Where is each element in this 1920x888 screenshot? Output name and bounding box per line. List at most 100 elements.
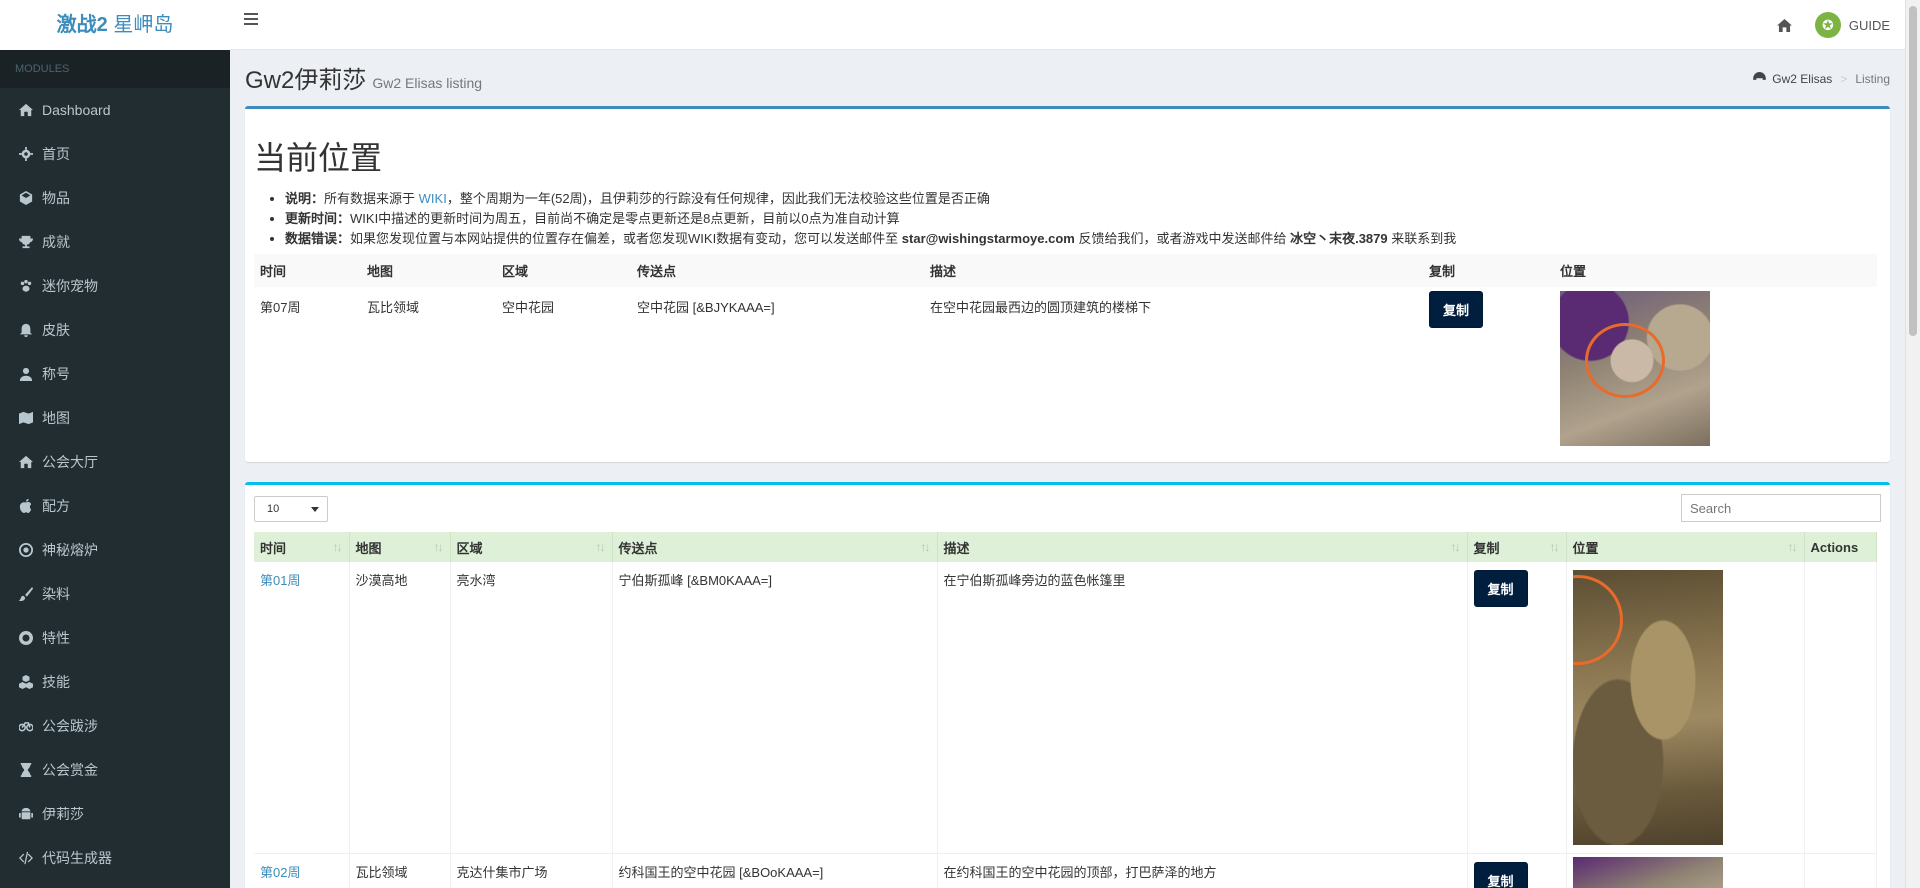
sidebar-item-guildtrek[interactable]: 公会跋涉 [0, 704, 230, 748]
search-input[interactable] [1681, 494, 1881, 522]
sidebar: MODULES Dashboard 首页 物品 成就 迷你宠物 皮肤 称号 地图… [0, 50, 230, 888]
page-size-select[interactable]: 10 [254, 496, 328, 522]
sidebar-item-label: 代码生成器 [42, 850, 112, 866]
location-map-image [1560, 291, 1710, 446]
cell-waypoint: 宁伯斯孤峰 [&BM0KAAA=] [612, 562, 938, 854]
current-location-box: 当前位置 说明：所有数据来源于 WIKI，整个周期为一年(52周)，且伊莉莎的行… [245, 106, 1890, 462]
sidebar-item-label: 技能 [42, 674, 70, 690]
hourglass-icon [18, 763, 34, 777]
sidebar-item-achievements[interactable]: 成就 [0, 220, 230, 264]
sortable-column-header[interactable]: 位置 ↑↓ [1566, 532, 1805, 562]
main-content: Gw2伊莉莎 Gw2 Elisas listing Gw2 Elisas > Li… [230, 50, 1905, 888]
breadcrumb-current: Listing [1855, 72, 1890, 86]
notes-list: 说明：所有数据来源于 WIKI，整个周期为一年(52周)，且伊莉莎的行踪没有任何… [285, 189, 1456, 249]
current-location-table: 时间 地图 区域 传送点 描述 复制 位置 第07周 瓦比领域 空中花园 空中花… [254, 254, 1877, 456]
column-header: 区域 [496, 254, 631, 287]
page-subtitle: Gw2 Elisas listing [372, 75, 483, 91]
sortable-column-header[interactable]: 区域 ↑↓ [450, 532, 613, 562]
top-navbar: ✪ GUIDE [230, 0, 1905, 50]
sidebar-item-label: 神秘熔炉 [42, 542, 98, 558]
sidebar-item-recipes[interactable]: 配方 [0, 484, 230, 528]
cell-map: 瓦比领域 [349, 853, 451, 888]
sidebar-item-label: 称号 [42, 366, 70, 382]
user-menu[interactable]: ✪ GUIDE [1805, 0, 1905, 50]
listing-table: 时间 ↑↓ 地图 ↑↓ 区域 ↑↓ 传送点 ↑↓ 描述 ↑↓ 复制 ↑↓ 位置 ↑↓ Acti… [254, 532, 1877, 888]
sidebar-item-label: 物品 [42, 190, 70, 206]
sort-icon: ↑↓ [920, 540, 931, 554]
sidebar-item-skills[interactable]: 技能 [0, 660, 230, 704]
column-header: 描述 [924, 254, 1423, 287]
sidebar-item-label: 公会赏金 [42, 762, 98, 778]
sidebar-item-dashboard[interactable]: Dashboard [0, 88, 230, 132]
gear-icon [18, 147, 34, 161]
column-header: 地图 [361, 254, 496, 287]
sidebar-item-dyes[interactable]: 染料 [0, 572, 230, 616]
page-scrollbar[interactable] [1905, 0, 1920, 888]
column-label: 区域 [456, 540, 483, 556]
sortable-column-header[interactable]: 描述 ↑↓ [937, 532, 1468, 562]
sidebar-item-label: 公会跋涉 [42, 718, 98, 734]
sidebar-item-label: 染料 [42, 586, 70, 602]
sidebar-item-items[interactable]: 物品 [0, 176, 230, 220]
week-link[interactable]: 第02周 [260, 865, 300, 880]
sortable-column-header[interactable]: 时间 ↑↓ [254, 532, 350, 562]
breadcrumb: Gw2 Elisas > Listing [1753, 72, 1890, 86]
dashboard-icon [1753, 72, 1767, 86]
sidebar-item-maps[interactable]: 地图 [0, 396, 230, 440]
cell-map: 瓦比领域 [367, 300, 420, 315]
sidebar-item-skins[interactable]: 皮肤 [0, 308, 230, 352]
column-label: 传送点 [618, 540, 658, 556]
sortable-column-header[interactable]: 地图 ↑↓ [349, 532, 451, 562]
sidebar-toggle-icon[interactable] [244, 13, 258, 25]
home-icon[interactable] [1765, 0, 1805, 50]
sidebar-item-label: 成就 [42, 234, 70, 250]
copy-button[interactable]: 复制 [1473, 570, 1528, 607]
column-label: 地图 [355, 540, 382, 556]
sidebar-item-codegen[interactable]: 代码生成器 [0, 836, 230, 880]
home-icon [18, 455, 34, 469]
dashboard-icon [18, 103, 34, 117]
cell-map: 沙漠高地 [349, 562, 451, 854]
chevron-down-icon [311, 507, 319, 512]
location-map-image [1572, 570, 1723, 845]
cell-region: 亮水湾 [450, 562, 613, 854]
sidebar-item-label: 配方 [42, 498, 70, 514]
cell-actions [1804, 562, 1877, 854]
apple-icon [18, 499, 34, 513]
cell-description: 在约科国王的空中花园的顶部，打巴萨泽的地方 [937, 853, 1468, 888]
wiki-link[interactable]: WIKI [419, 191, 447, 206]
column-label: 位置 [1572, 540, 1599, 556]
page-title: Gw2伊莉莎 [245, 67, 367, 94]
sidebar-item-guildhall[interactable]: 公会大厅 [0, 440, 230, 484]
trophy-icon [18, 235, 34, 249]
scrollbar-thumb[interactable] [1909, 6, 1917, 336]
copy-button[interactable]: 复制 [1473, 862, 1528, 888]
contact-email: star@wishingstarmoye.com [901, 231, 1075, 246]
android-icon [18, 807, 34, 821]
cell-region: 克达什集市广场 [450, 853, 613, 888]
table-row: 第07周 瓦比领域 空中花园 空中花园 [&BJYKAAA=] 在空中花园最西边… [254, 287, 1877, 456]
week-link[interactable]: 第01周 [260, 573, 300, 588]
sort-icon: ↑↓ [1450, 540, 1461, 554]
sortable-column-header[interactable]: 传送点 ↑↓ [612, 532, 938, 562]
app-logo[interactable]: 激战2 星岬岛 [0, 0, 230, 50]
sidebar-item-traits[interactable]: 特性 [0, 616, 230, 660]
sidebar-item-minipets[interactable]: 迷你宠物 [0, 264, 230, 308]
sidebar-item-label: Dashboard [42, 102, 111, 118]
note-text: ，整个周期为一年(52周)，且伊莉莎的行踪没有任何规律，因此我们无法校验这些位置… [446, 191, 990, 206]
column-header: 复制 [1423, 254, 1554, 287]
cell-description: 在宁伯斯孤峰旁边的蓝色帐篷里 [937, 562, 1468, 854]
sortable-column-header[interactable]: 复制 ↑↓ [1467, 532, 1567, 562]
breadcrumb-link[interactable]: Gw2 Elisas [1772, 72, 1832, 86]
content-header: Gw2伊莉莎 Gw2 Elisas listing Gw2 Elisas > Li… [245, 60, 1890, 100]
sidebar-item-elisa[interactable]: 伊莉莎 [0, 792, 230, 836]
sidebar-item-home[interactable]: 首页 [0, 132, 230, 176]
cell-actions [1804, 853, 1877, 888]
user-icon [18, 367, 34, 381]
sidebar-item-mysticforge[interactable]: 神秘熔炉 [0, 528, 230, 572]
copy-button[interactable]: 复制 [1429, 291, 1484, 328]
sidebar-item-titles[interactable]: 称号 [0, 352, 230, 396]
sidebar-item-label: 首页 [42, 146, 70, 162]
sidebar-item-guildbounty[interactable]: 公会赏金 [0, 748, 230, 792]
sidebar-item-label: 伊莉莎 [42, 806, 84, 822]
